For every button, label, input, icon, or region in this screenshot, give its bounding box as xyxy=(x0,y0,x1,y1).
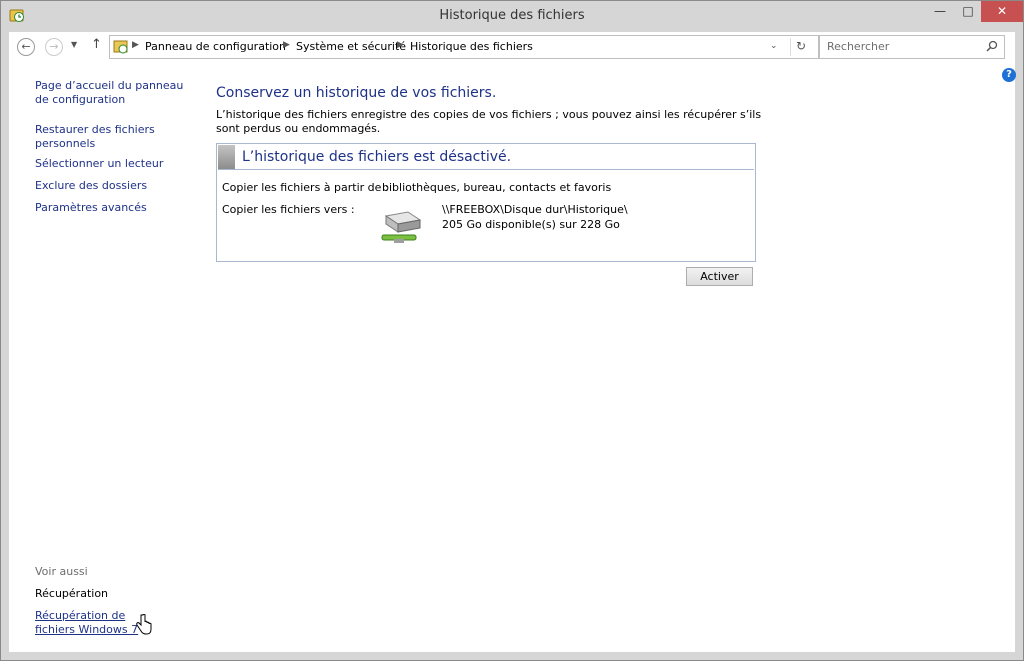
back-arrow-icon[interactable]: ← xyxy=(17,38,35,56)
content-area: ? Page d’accueil du panneau de configura… xyxy=(9,62,1016,652)
address-bar[interactable]: ▶ Panneau de configuration ▶ Système et … xyxy=(109,35,819,59)
page-description: L’historique des fichiers enregistre des… xyxy=(216,108,762,135)
breadcrumb-separator: ▶ xyxy=(397,40,404,50)
close-button[interactable]: ✕ xyxy=(981,1,1023,22)
breadcrumb-control-panel[interactable]: Panneau de configuration xyxy=(145,40,286,53)
see-also-recovery-link[interactable]: Récupération xyxy=(35,587,108,601)
dropdown-chevron-icon[interactable]: ▼ xyxy=(71,40,77,49)
search-box[interactable]: Rechercher xyxy=(819,35,1005,59)
window-title: Historique des fichiers xyxy=(439,8,585,23)
navigation-bar: ← → ▼ ↑ ▶ Panneau de configuration ▶ Sys… xyxy=(9,32,1015,62)
sidebar-link-exclude-folders[interactable]: Exclure des dossiers xyxy=(35,179,195,193)
search-icon[interactable] xyxy=(986,40,998,52)
maximize-button[interactable]: □ xyxy=(954,1,982,22)
see-also-heading: Voir aussi xyxy=(35,565,88,578)
breadcrumb-separator: ▶ xyxy=(132,40,139,50)
title-bar[interactable]: Historique des fichiers — □ ✕ xyxy=(1,1,1023,31)
search-input[interactable]: Rechercher xyxy=(827,40,889,53)
window: Historique des fichiers — □ ✕ ← → ▼ ↑ ▶ … xyxy=(0,0,1024,661)
status-title: L’historique des fichiers est désactivé. xyxy=(242,149,512,165)
hand-cursor-icon xyxy=(136,614,152,635)
page-title: Conservez un historique de vos fichiers. xyxy=(216,85,497,101)
minimize-button[interactable]: — xyxy=(926,1,954,22)
address-divider xyxy=(790,38,791,56)
up-arrow-icon[interactable]: ↑ xyxy=(91,37,102,52)
address-dropdown-icon[interactable]: ⌄ xyxy=(770,41,778,51)
drive-space: 205 Go disponible(s) sur 228 Go xyxy=(442,218,620,231)
breadcrumb-file-history[interactable]: Historique des fichiers xyxy=(410,40,533,53)
refresh-icon[interactable]: ↻ xyxy=(796,39,806,53)
forward-arrow-icon[interactable]: → xyxy=(45,38,63,56)
activate-button[interactable]: Activer xyxy=(686,267,753,286)
copy-from-label: Copier les fichiers à partir de : xyxy=(222,181,389,194)
sidebar-link-select-drive[interactable]: Sélectionner un lecteur xyxy=(35,157,195,171)
control-panel-icon xyxy=(113,40,128,54)
help-icon[interactable]: ? xyxy=(1002,68,1016,82)
status-indicator xyxy=(218,145,235,169)
copy-from-value: bibliothèques, bureau, contacts et favor… xyxy=(382,181,612,194)
network-drive-icon xyxy=(381,211,422,243)
status-panel: L’historique des fichiers est désactivé.… xyxy=(216,143,756,262)
sidebar-link-restore-files[interactable]: Restaurer des fichiers personnels xyxy=(35,123,165,151)
copy-to-label: Copier les fichiers vers : xyxy=(222,203,355,216)
sidebar-link-advanced-settings[interactable]: Paramètres avancés xyxy=(35,201,195,215)
drive-path: \\FREEBOX\Disque dur\Historique\ xyxy=(442,203,628,216)
status-panel-header: L’historique des fichiers est désactivé. xyxy=(218,145,754,170)
breadcrumb-separator: ▶ xyxy=(283,40,290,50)
sidebar-link-control-panel-home[interactable]: Page d’accueil du panneau de configurati… xyxy=(35,79,195,107)
breadcrumb-system-security[interactable]: Système et sécurité xyxy=(296,40,406,53)
